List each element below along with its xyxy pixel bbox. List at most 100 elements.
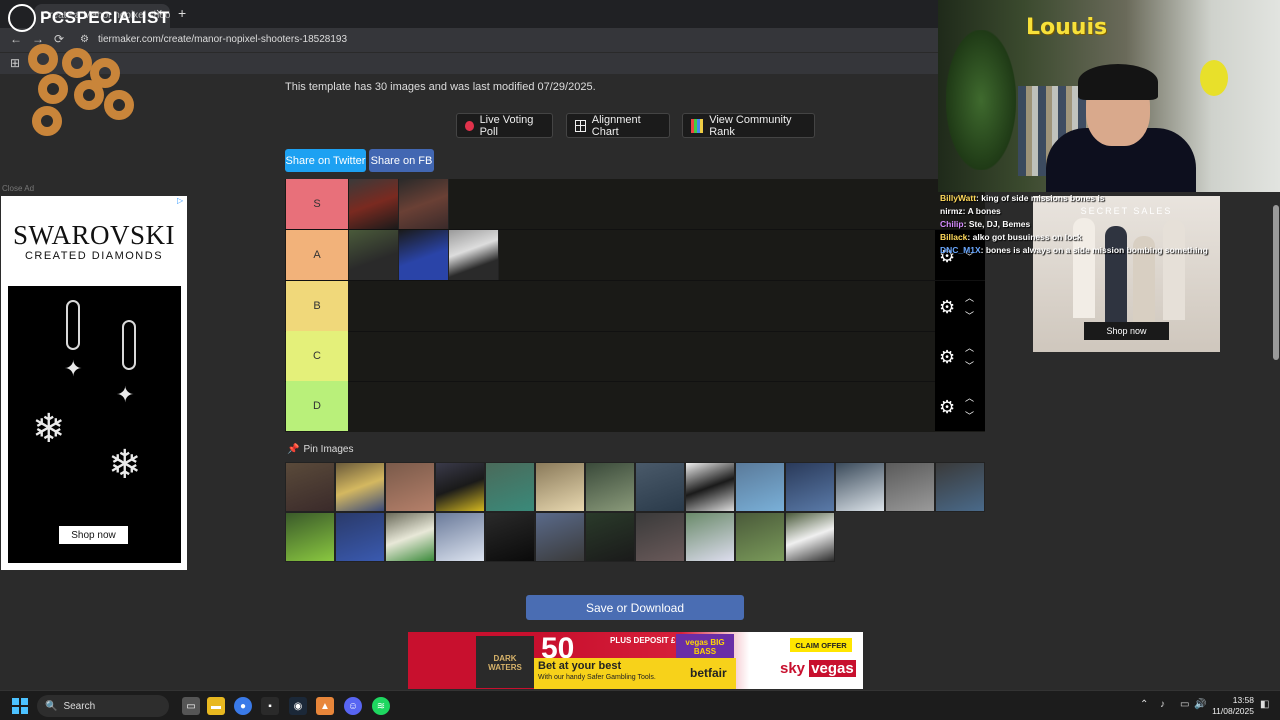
alignment-chart-button[interactable]: Alignment Chart	[566, 113, 670, 138]
pool-image[interactable]	[885, 462, 935, 512]
betfair-banner-ad[interactable]: DARK WATERS 50 PLUS DEPOSIT £ SPEND £10 …	[408, 632, 863, 689]
tiermaker-icon	[691, 118, 704, 133]
new-tab-icon[interactable]: +	[178, 5, 186, 21]
chat-message: DNC_M1X: bones is always on a side missi…	[940, 245, 1208, 255]
pool-image[interactable]	[685, 512, 735, 562]
tier-items-a[interactable]	[349, 230, 499, 280]
discord-icon[interactable]: ☺	[344, 697, 362, 715]
windows-start-icon[interactable]	[12, 698, 28, 714]
app-a-icon[interactable]: ▲	[316, 697, 334, 715]
tier-image[interactable]	[399, 230, 449, 280]
dark-waters-game: DARK WATERS	[476, 636, 534, 688]
clock[interactable]: 13:58 11/08/2025	[1210, 695, 1254, 717]
chat-message: BillyWatt: king of side missions bones i…	[940, 193, 1105, 203]
pool-image[interactable]	[335, 512, 385, 562]
ad-choices-icon[interactable]: ▷	[177, 196, 187, 206]
live-app-icon[interactable]: ▪	[261, 697, 279, 715]
task-view-icon[interactable]: ▭	[182, 697, 200, 715]
alignment-label: Alignment Chart	[591, 113, 641, 138]
share-fb-button[interactable]: Share on FB	[369, 149, 434, 172]
gear-icon[interactable]: ⚙	[939, 347, 955, 368]
pool-image[interactable]	[635, 462, 685, 512]
pool-image[interactable]	[735, 512, 785, 562]
pool-image[interactable]	[835, 462, 885, 512]
tier-row-b: B ⚙ ︿ ﹀	[285, 281, 985, 332]
move-arrows-icon[interactable]: ︿ ﹀	[965, 289, 974, 325]
tier-label-b[interactable]: B	[286, 281, 348, 331]
chrome-icon[interactable]: ●	[234, 697, 252, 715]
steam-icon[interactable]: ◉	[289, 697, 307, 715]
pool-image[interactable]	[585, 462, 635, 512]
tray-expand-icon[interactable]: ⌃	[1140, 699, 1148, 710]
back-icon[interactable]: ←	[10, 32, 22, 46]
tier-items-s[interactable]	[349, 179, 449, 229]
pool-image[interactable]	[285, 512, 335, 562]
pool-image[interactable]	[485, 462, 535, 512]
save-download-button[interactable]: Save or Download	[526, 595, 744, 620]
ad-brand: SWAROVSKI	[12, 220, 176, 250]
pool-image[interactable]	[335, 462, 385, 512]
notification-icon[interactable]: ◧	[1260, 699, 1269, 710]
earring-icon	[122, 320, 136, 370]
ad-subtitle: CREATED DIAMONDS	[24, 250, 164, 262]
network-icon[interactable]: ▭	[1180, 699, 1189, 710]
sparkle-icon: ✦	[64, 356, 83, 381]
share-twitter-button[interactable]: Share on Twitter	[285, 149, 366, 172]
tier-image[interactable]	[449, 230, 499, 280]
tier-row-d: D ⚙ ︿ ﹀	[285, 381, 985, 432]
tier-row-s: S	[285, 179, 985, 230]
earring-icon	[66, 300, 80, 350]
watermark-text: PCSPECIALIST	[40, 8, 170, 27]
community-rank-button[interactable]: View Community Rank	[682, 113, 815, 138]
pool-image[interactable]	[285, 462, 335, 512]
tier-label-c[interactable]: C	[286, 331, 348, 381]
tier-label-d[interactable]: D	[286, 381, 348, 431]
live-voting-button[interactable]: Live Voting Poll	[456, 113, 553, 138]
file-explorer-icon[interactable]: ▬	[207, 697, 225, 715]
gear-icon[interactable]: ⚙	[939, 297, 955, 318]
pin-images-toggle[interactable]: 📌 Pin Images	[287, 444, 353, 455]
bookmark-bar: ⊞	[0, 52, 938, 74]
streamer-name: Louuis	[1026, 15, 1108, 40]
pool-image[interactable]	[785, 462, 835, 512]
pool-image[interactable]	[485, 512, 535, 562]
spotify-icon[interactable]: ≋	[372, 697, 390, 715]
pool-image[interactable]	[735, 462, 785, 512]
pool-image[interactable]	[585, 512, 635, 562]
pool-image[interactable]	[785, 512, 835, 562]
pin-images-label: Pin Images	[303, 444, 354, 455]
gear-icon[interactable]: ⚙	[939, 397, 955, 418]
pcspecialist-watermark: PCSPECIALIST	[8, 4, 170, 32]
taskbar-search[interactable]: 🔍 Search	[37, 695, 169, 717]
template-info: This template has 30 images and was last…	[285, 81, 596, 93]
tier-list: S A ⚙ ﹀ B ⚙ ︿ ﹀ C ⚙ ︿ ﹀ D ⚙ ︿ ﹀	[285, 179, 985, 432]
ad-shop-now-button[interactable]: Shop now	[59, 526, 128, 544]
search-icon: 🔍	[45, 700, 58, 712]
scrollbar-thumb[interactable]	[1273, 205, 1279, 360]
pool-image[interactable]	[635, 512, 685, 562]
mic-icon[interactable]: ♪	[1160, 699, 1165, 710]
pool-image[interactable]	[435, 512, 485, 562]
pool-image[interactable]	[435, 462, 485, 512]
pool-image[interactable]	[385, 462, 435, 512]
tier-image[interactable]	[399, 179, 449, 229]
apps-grid-icon[interactable]: ⊞	[10, 56, 20, 70]
pool-image[interactable]	[535, 512, 585, 562]
tier-image[interactable]	[349, 179, 399, 229]
move-arrows-icon[interactable]: ︿ ﹀	[965, 389, 974, 425]
ad-shop-now-button[interactable]: Shop now	[1084, 322, 1169, 340]
volume-icon[interactable]: 🔊	[1194, 699, 1206, 710]
tier-controls-c: ⚙ ︿ ﹀	[935, 331, 985, 381]
tier-label-s[interactable]: S	[286, 179, 348, 229]
tier-label-a[interactable]: A	[286, 230, 348, 280]
tier-image[interactable]	[349, 230, 399, 280]
pool-image[interactable]	[535, 462, 585, 512]
pool-image[interactable]	[935, 462, 985, 512]
close-ad-link[interactable]: Close Ad	[2, 184, 34, 193]
move-arrows-icon[interactable]: ︿ ﹀	[965, 339, 974, 375]
pool-image[interactable]	[685, 462, 735, 512]
pool-image[interactable]	[385, 512, 435, 562]
swarovski-ad[interactable]: ▷ SWAROVSKI CREATED DIAMONDS ✦ ✦ ❄ ❄ Sho…	[1, 196, 187, 570]
claim-offer-button[interactable]: CLAIM OFFER	[790, 638, 852, 652]
grid-icon	[575, 119, 586, 132]
